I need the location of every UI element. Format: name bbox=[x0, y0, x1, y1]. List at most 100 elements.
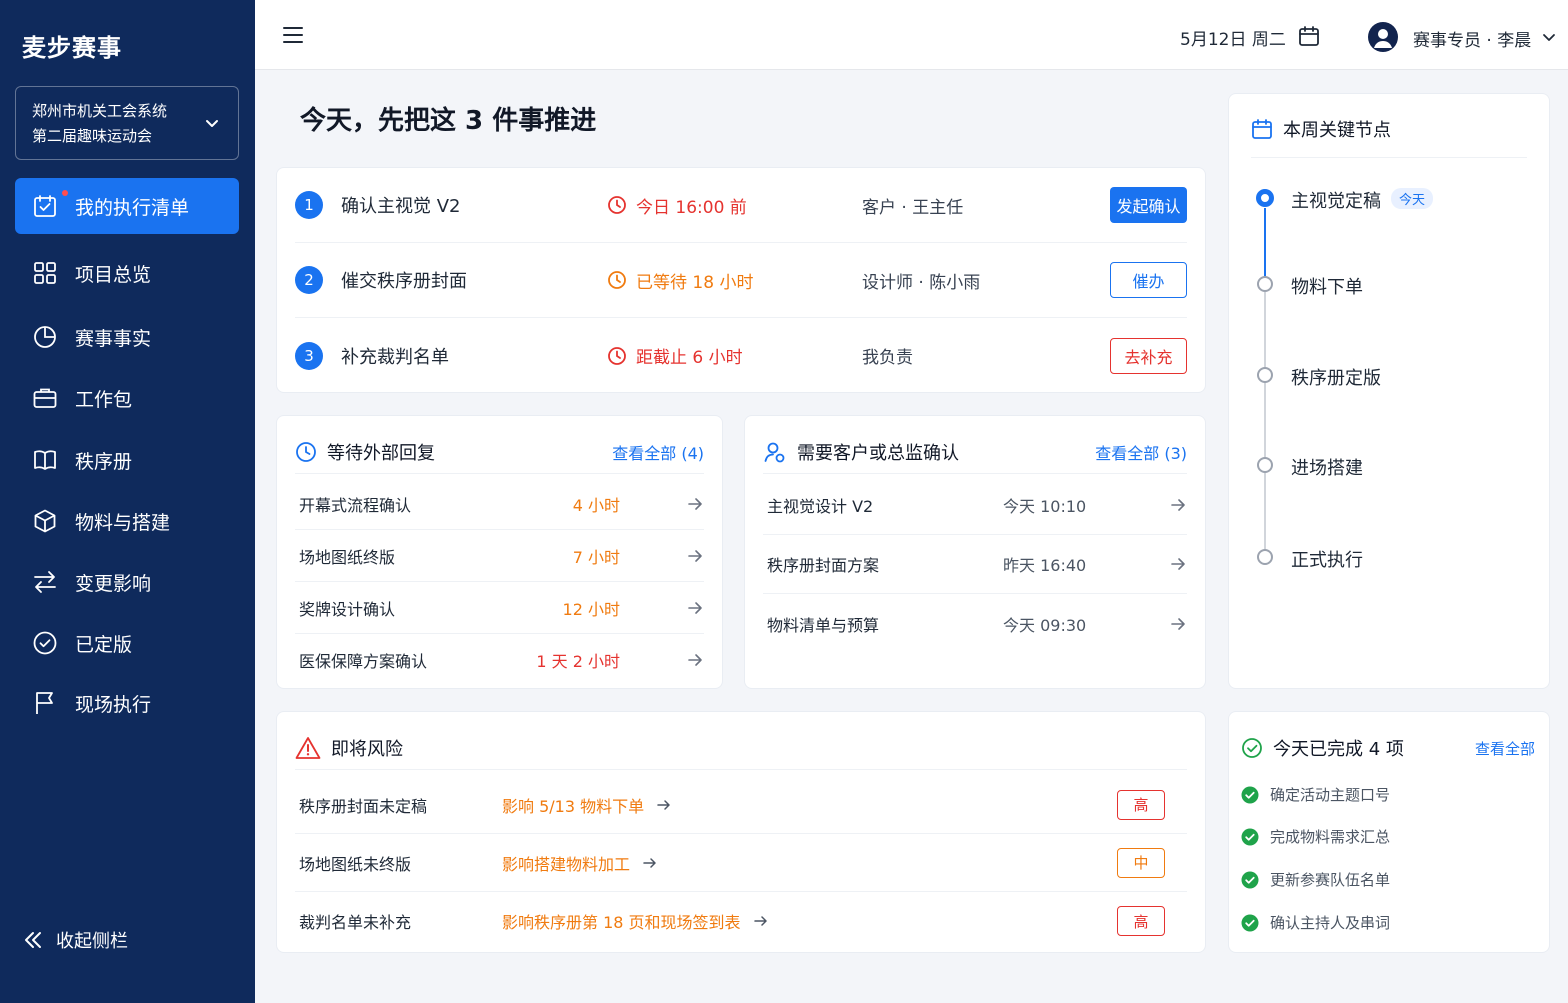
pie-chart-icon bbox=[32, 324, 58, 350]
box-icon bbox=[32, 508, 58, 534]
view-all-link[interactable]: 查看全部 (3) bbox=[1095, 440, 1187, 464]
task-deadline: 今日 16:00 前 bbox=[607, 193, 747, 218]
sidebar-item-label: 秩序册 bbox=[75, 450, 133, 473]
today-badge: 今天 bbox=[1391, 188, 1434, 209]
task-number: 3 bbox=[295, 341, 323, 370]
swap-icon bbox=[32, 569, 58, 595]
done-item: 更新参赛队伍名单 bbox=[1241, 869, 1390, 890]
book-icon bbox=[32, 447, 58, 473]
card-header: 即将风险 bbox=[295, 730, 1187, 770]
sidebar-item-facts[interactable]: 赛事事实 bbox=[15, 309, 239, 365]
sidebar-item-program-book[interactable]: 秩序册 bbox=[15, 432, 239, 488]
view-all-link[interactable]: 查看全部 (4) bbox=[612, 440, 704, 464]
double-chevron-left-icon bbox=[22, 929, 44, 951]
check-filled-icon bbox=[1241, 828, 1259, 846]
item-name: 主视觉设计 V2 bbox=[767, 497, 874, 516]
arrow-right-icon[interactable] bbox=[686, 547, 704, 565]
task-row: 2 催交秩序册封面 已等待 18 小时 设计师 · 陈小雨 催办 bbox=[295, 243, 1187, 318]
item-name: 场地图纸终版 bbox=[299, 547, 396, 567]
arrow-right-icon[interactable] bbox=[686, 599, 704, 617]
done-item: 确定活动主题口号 bbox=[1241, 784, 1390, 805]
task-number: 1 bbox=[295, 191, 323, 219]
milestone-label[interactable]: 主视觉定稿 bbox=[1291, 187, 1381, 213]
sidebar-item-label: 物料与搭建 bbox=[75, 511, 171, 534]
milestones-title-text: 本周关键节点 bbox=[1283, 120, 1391, 141]
item-time: 昨天 16:40 bbox=[1003, 556, 1087, 575]
view-all-link[interactable]: 查看全部 bbox=[1475, 738, 1535, 759]
list-item[interactable]: 开幕式流程确认 4 小时 bbox=[295, 478, 704, 530]
task-row: 3 补充裁判名单 距截止 6 小时 我负责 去补充 bbox=[295, 318, 1187, 393]
milestone-node bbox=[1257, 549, 1273, 565]
arrow-right-icon[interactable] bbox=[1169, 615, 1187, 633]
task-deadline: 距截止 6 小时 bbox=[607, 343, 743, 368]
collapse-sidebar-button[interactable]: 收起侧栏 bbox=[22, 927, 128, 953]
sidebar-item-finalized[interactable]: 已定版 bbox=[15, 615, 239, 671]
sidebar-item-overview[interactable]: 项目总览 bbox=[15, 245, 239, 301]
sidebar-item-label: 已定版 bbox=[75, 633, 133, 656]
fill-in-button[interactable]: 去补充 bbox=[1110, 337, 1187, 374]
done-item-text: 完成物料需求汇总 bbox=[1270, 828, 1391, 846]
timeline-segment-todo bbox=[1264, 292, 1266, 560]
card-header: 等待外部回复 查看全部 (4) bbox=[295, 434, 704, 474]
sidebar-item-materials[interactable]: 物料与搭建 bbox=[15, 493, 239, 549]
divider bbox=[1251, 157, 1527, 158]
waiting-reply-card: 等待外部回复 查看全部 (4) 开幕式流程确认 4 小时 场地图纸终版 7 小时… bbox=[276, 415, 723, 689]
sidebar-item-label: 项目总览 bbox=[75, 263, 152, 286]
list-item[interactable]: 秩序册封面方案 昨天 16:40 bbox=[763, 535, 1187, 594]
milestone-label[interactable]: 正式执行 bbox=[1291, 546, 1363, 572]
sidebar-item-on-site[interactable]: 现场执行 bbox=[15, 675, 239, 731]
milestone-label[interactable]: 秩序册定版 bbox=[1291, 364, 1381, 390]
risk-impact-link[interactable]: 影响搭建物料加工 bbox=[502, 851, 658, 875]
check-filled-icon bbox=[1241, 786, 1259, 804]
sidebar-item-execution-list[interactable]: 我的执行清单 bbox=[15, 178, 239, 234]
today-tasks-card: 1 确认主视觉 V2 今日 16:00 前 客户 · 王主任 发起确认 2 催交… bbox=[276, 167, 1206, 393]
done-item-text: 确认主持人及串词 bbox=[1270, 914, 1391, 932]
task-title: 补充裁判名单 bbox=[341, 346, 449, 368]
item-name: 秩序册封面方案 bbox=[767, 556, 880, 575]
risk-name: 秩序册封面未定稿 bbox=[299, 796, 428, 816]
arrow-right-icon[interactable] bbox=[686, 495, 704, 513]
calendar-icon[interactable] bbox=[1298, 25, 1320, 47]
milestone-node bbox=[1257, 276, 1273, 292]
sidebar-item-work-package[interactable]: 工作包 bbox=[15, 370, 239, 426]
task-owner: 设计师 · 陈小雨 bbox=[862, 272, 981, 293]
wait-duration: 12 小时 bbox=[562, 599, 620, 619]
arrow-right-icon[interactable] bbox=[1169, 496, 1187, 514]
done-item: 完成物料需求汇总 bbox=[1241, 826, 1390, 847]
card-title: 即将风险 bbox=[331, 738, 403, 760]
milestone-node bbox=[1257, 457, 1273, 473]
avatar[interactable] bbox=[1368, 22, 1398, 52]
item-name: 开幕式流程确认 bbox=[299, 495, 412, 515]
task-owner: 客户 · 王主任 bbox=[862, 197, 964, 218]
briefcase-icon bbox=[32, 385, 58, 411]
risk-impact-link[interactable]: 影响 5/13 物料下单 bbox=[502, 793, 672, 817]
list-item[interactable]: 奖牌设计确认 12 小时 bbox=[295, 582, 704, 634]
list-item[interactable]: 场地图纸终版 7 小时 bbox=[295, 530, 704, 582]
brand-logo: 麦步赛事 bbox=[22, 34, 122, 62]
arrow-right-icon bbox=[753, 913, 769, 929]
list-item[interactable]: 主视觉设计 V2 今天 10:10 bbox=[763, 476, 1187, 535]
list-item[interactable]: 物料清单与预算 今天 09:30 bbox=[763, 594, 1187, 653]
chevron-down-icon[interactable] bbox=[1542, 30, 1556, 44]
user-name[interactable]: 赛事专员 · 李晨 bbox=[1413, 26, 1531, 51]
arrow-right-icon[interactable] bbox=[686, 651, 704, 669]
milestone-label[interactable]: 进场搭建 bbox=[1291, 454, 1363, 480]
urge-button[interactable]: 催办 bbox=[1110, 262, 1187, 298]
warning-icon bbox=[295, 736, 321, 760]
menu-icon[interactable] bbox=[281, 24, 305, 46]
item-time: 今天 10:10 bbox=[1003, 497, 1087, 516]
calendar-icon bbox=[1251, 118, 1273, 140]
project-selector[interactable]: 郑州市机关工会系统 第二届趣味运动会 bbox=[15, 86, 239, 160]
milestone-label[interactable]: 物料下单 bbox=[1291, 273, 1363, 299]
card-title: 今天已完成 4 项 bbox=[1273, 739, 1404, 760]
list-item[interactable]: 医保保障方案确认 1 天 2 小时 bbox=[295, 634, 704, 686]
done-item: 确认主持人及串词 bbox=[1241, 912, 1390, 933]
risk-impact-link[interactable]: 影响秩序册第 18 页和现场签到表 bbox=[502, 909, 769, 933]
check-circle-icon bbox=[32, 630, 58, 656]
card-title: 等待外部回复 bbox=[327, 442, 435, 464]
current-date: 5月12日 周二 bbox=[1180, 30, 1286, 50]
sidebar-item-label: 工作包 bbox=[75, 388, 133, 411]
sidebar-item-change-impact[interactable]: 变更影响 bbox=[15, 554, 239, 610]
arrow-right-icon[interactable] bbox=[1169, 555, 1187, 573]
initiate-confirm-button[interactable]: 发起确认 bbox=[1110, 187, 1187, 223]
